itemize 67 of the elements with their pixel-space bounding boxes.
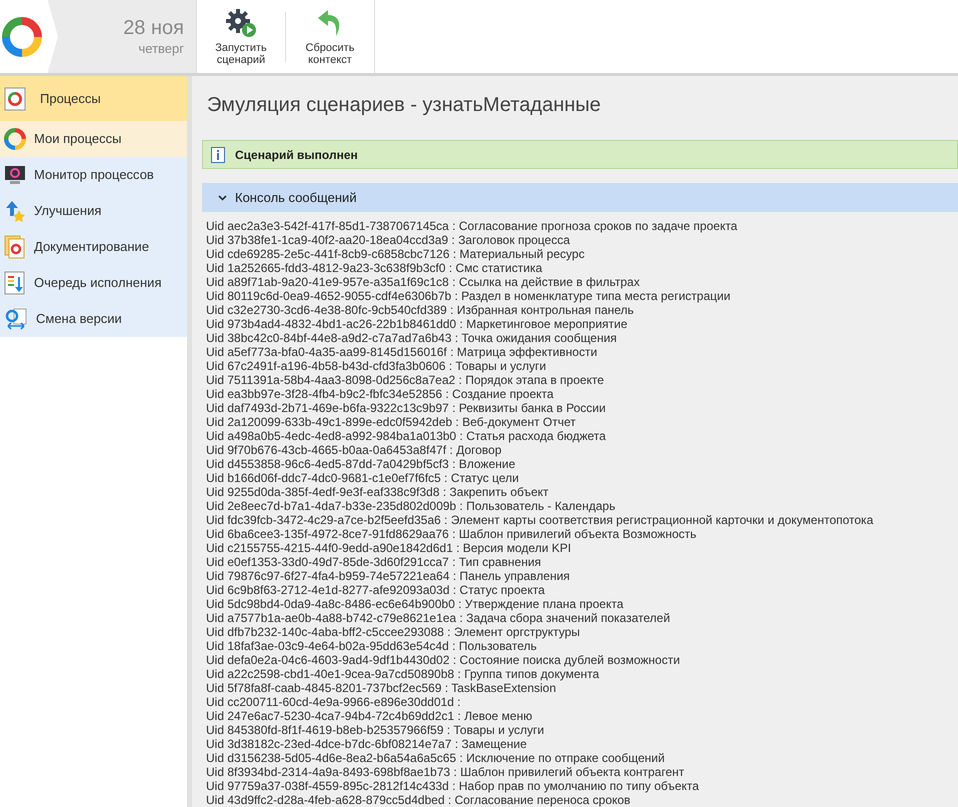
info-icon bbox=[211, 146, 225, 162]
console-line: Uid c2155755-4215-44f0-9edd-a90e1842d6d1 : Версия модели KPI bbox=[206, 541, 572, 555]
console-header[interactable]: Консоль сообщений bbox=[202, 183, 958, 212]
console-line: Uid 67c2491f-a196-4b58-b43d-cfd3fa3b0606 : Товары и услуги bbox=[206, 359, 546, 373]
console-line: Uid 7511391a-58b4-4aa3-8098-0d256c8a7ea2 : Порядок этапа в проекте bbox=[206, 373, 604, 387]
ring-icon bbox=[4, 128, 26, 150]
console-line: Uid 1a252665-fdd3-4812-9a23-3c638f9b3cf0 : Смс статистика bbox=[206, 261, 542, 275]
status-banner: Сценарий выполнен bbox=[202, 140, 958, 169]
console-line: Uid 6ba6cee3-135f-4972-8ce7-91fd8629aa76 : Шаблон привилегий объекта Возможность bbox=[206, 527, 696, 541]
page-title: Эмуляция сценариев - узнатьМетаданные bbox=[206, 93, 602, 118]
console-line: Uid dfb7b232-140c-4aba-bff2-c5ccee293088 : Элемент оргструктуры bbox=[206, 625, 580, 639]
sidebar-item[interactable]: Мои процессы bbox=[0, 121, 187, 157]
console-line: Uid 9255d0da-385f-4edf-9e3f-eaf338c9f3d8 : Закрепить объект bbox=[206, 485, 549, 499]
sidebar-item[interactable]: Документирование bbox=[0, 229, 187, 265]
console-line: Uid 9f70b676-43cb-4665-b0aa-0a6453a8f47f : Договор bbox=[206, 443, 502, 457]
gear-play-icon bbox=[225, 8, 257, 38]
sidebar-item[interactable]: Смена версии bbox=[0, 301, 187, 337]
console-line: Uid b166d06f-ddc7-4dc0-9681-c1e0ef7f6fc5 : Статус цели bbox=[206, 471, 519, 485]
sidebar-item[interactable]: Улучшения bbox=[0, 193, 187, 229]
console-line: Uid 3d38182c-23ed-4dce-b7dc-6bf08214e7a7 : Замещение bbox=[206, 737, 527, 751]
console-line: Uid defa0e2a-04c6-4603-9ad4-9df1b4430d02 : Состояние поиска дублей возможности bbox=[206, 653, 680, 667]
console-line: Uid a5ef773a-bfa0-4a35-aa99-8145d156016f : Матрица эффективности bbox=[206, 345, 598, 359]
console-line: Uid e0ef1353-33d0-49d7-85de-3d60f291cca7 : Тип сравнения bbox=[206, 555, 542, 569]
console-line: Uid 43d9ffc2-d28a-4feb-a628-879cc5d4dbed : Согласование переноса сроков bbox=[206, 793, 630, 807]
console-line: Uid 5f78fa8f-caab-4845-8201-737bcf2ec569 : TaskBaseExtension bbox=[206, 681, 556, 695]
monitor-icon bbox=[4, 165, 26, 185]
toolbar-button[interactable]: Сбросить контекст bbox=[286, 0, 374, 73]
sidebar-item[interactable]: Очередь исполнения bbox=[0, 265, 187, 301]
console-line: Uid c32e2730-3cd6-4e38-80fc-9cb540cfd389 : Избранная контрольная панель bbox=[206, 303, 634, 317]
console-line: Uid 37b38fe1-1ca9-40f2-aa20-18ea04ccd3a9 : Заголовок процесса bbox=[206, 233, 570, 247]
console-line: Uid 79876c97-6f27-4fa4-b959-74e57221ea64 : Панель управления bbox=[206, 569, 570, 583]
console-line: Uid 80119c6d-0ea9-4652-9055-cdf4e6306b7b : Раздел в номенклатуре типа места регистрации bbox=[206, 289, 730, 303]
console-line: Uid 5dc98bd4-0da9-4a8c-8486-ec6e64b900b0 : Утверждение плана проекта bbox=[206, 597, 624, 611]
toolbar-button[interactable]: Запустить сценарий bbox=[197, 0, 285, 73]
console-line: Uid 8f3934bd-2314-4a9a-8493-698bf8ae1b73 : Шаблон привилегий объекта контрагент bbox=[206, 765, 684, 779]
console-line: Uid cde69285-2e5c-441f-8cb9-c6858cbc7126 : Материальный ресурс bbox=[206, 247, 585, 261]
chevron-icon bbox=[218, 194, 227, 200]
console-line: Uid 6c9b8f63-2712-4e1d-8277-afe92093a03d : Статус проекта bbox=[206, 583, 545, 597]
console-line: Uid fdc39fcb-3472-4c29-a7ce-b2f5eefd35a6 : Элемент карты соответствия регистрационной карточки и документопотока bbox=[206, 513, 874, 527]
console-line: Uid 38bc42c0-84bf-44e8-a9d2-c7a7ad7a6b43 : Точка ожидания сообщения bbox=[206, 331, 617, 345]
console-line: Uid d4553858-96c6-4ed5-87dd-7a0429bf5cf3 : Вложение bbox=[206, 457, 516, 471]
console-line: Uid aec2a3e3-542f-417f-85d1-7387067145ca : Согласование прогноза сроков по задаче проекта bbox=[206, 219, 738, 233]
console-line: Uid a7577b1a-ae0b-4a88-b742-c79e8621e1ea : Задача сбора значений показателей bbox=[206, 611, 670, 625]
weekday-text: четверг bbox=[138, 40, 184, 58]
console-line: Uid ea3bb97e-3f28-4fb4-b9c2-fbfc34e52856 : Создание проекта bbox=[206, 387, 554, 401]
console-line: Uid a89f71ab-9a20-41e9-957e-a35a1f69c1c8 : Ссылка на действие в фильтрах bbox=[206, 275, 640, 289]
console-line: Uid 18faf3ae-03c9-4e64-b02a-95dd63e54c4d : Пользователь bbox=[206, 639, 537, 653]
console-line: Uid 2a120099-633b-49c1-899e-edc0f5942deb : Веб-документ Отчет bbox=[206, 415, 576, 429]
console-line: Uid 97759a37-038f-4559-895c-2812f14c433d : Набор прав по умолчанию по типу объекта bbox=[206, 779, 699, 793]
console-line: Uid 247e6ac7-5230-4ca7-94b4-72c4b69dd2c1 : Левое меню bbox=[206, 709, 532, 723]
sidebar-section[interactable]: Процессы bbox=[0, 76, 187, 121]
console-line: Uid 973b4ad4-4832-4bd1-ac26-22b1b8461dd0 : Маркетинговое мероприятие bbox=[206, 317, 628, 331]
logo-icon[interactable] bbox=[2, 16, 42, 56]
console-line: Uid a22c2598-cbd1-40e1-9cea-9a7cd50890b8 : Группа типов документа bbox=[206, 667, 600, 681]
console-line: Uid a498a0b5-4edc-4ed8-a992-984ba1a013b0 : Статья расхода бюджета bbox=[206, 429, 606, 443]
console-line: Uid daf7493d-2b71-469e-b6fa-9322c13c9b97 : Реквизиты банка в России bbox=[206, 401, 606, 415]
date-text: 28 ноя bbox=[123, 16, 184, 40]
version-swap-icon bbox=[4, 308, 28, 330]
console-line: Uid d3156238-5d05-4d6e-8ea2-b6a54a6a5c65 : Исключение по отпраке сообщений bbox=[206, 751, 665, 765]
arrow-star-icon bbox=[4, 200, 26, 222]
queue-icon bbox=[4, 271, 26, 295]
documents-icon bbox=[4, 235, 26, 259]
console-line: Uid cc200711-60cd-4e9a-9966-e896e30dd01d : bbox=[206, 695, 461, 709]
sidebar-item[interactable]: Монитор процессов bbox=[0, 157, 187, 193]
console-line: Uid 2e8eec7d-b7a1-4da7-b33e-235d802d009b : Пользователь - Календарь bbox=[206, 499, 616, 513]
document-ring-icon bbox=[4, 86, 26, 110]
console-line: Uid 845380fd-8f1f-4619-b8eb-b25357966f59 : Товары и услуги bbox=[206, 723, 544, 737]
